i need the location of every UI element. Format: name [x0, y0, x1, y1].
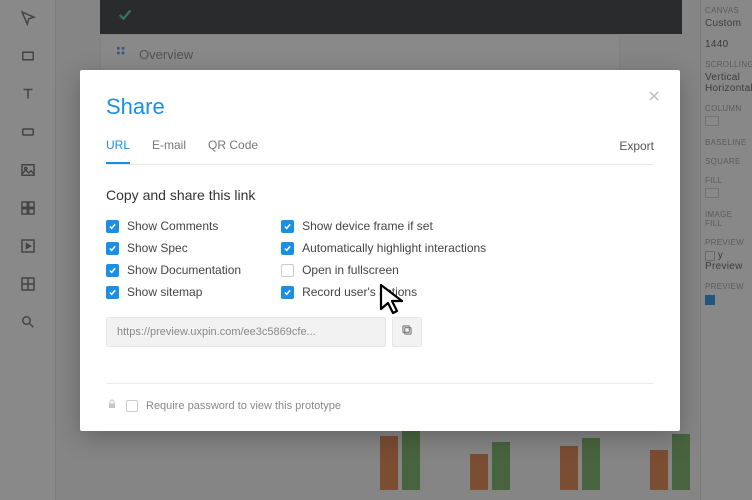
tab-url[interactable]: URL: [106, 138, 130, 164]
check-left-row[interactable]: Show Comments: [106, 219, 241, 233]
check-left-label: Show Documentation: [127, 263, 241, 277]
password-checkbox[interactable]: [126, 400, 138, 412]
check-left-label: Show sitemap: [127, 285, 202, 299]
check-left-row[interactable]: Show Spec: [106, 241, 241, 255]
check-left-row[interactable]: Show Documentation: [106, 263, 241, 277]
tab-email[interactable]: E-mail: [152, 138, 186, 164]
check-left-checkbox[interactable]: [106, 220, 119, 233]
check-left-row[interactable]: Show sitemap: [106, 285, 241, 299]
close-icon: [646, 91, 662, 108]
close-button[interactable]: [646, 88, 662, 109]
copy-icon: [400, 323, 414, 342]
check-left-checkbox[interactable]: [106, 286, 119, 299]
share-modal: Share URL E-mail QR Code Export Copy and…: [80, 70, 680, 431]
check-right-label: Open in fullscreen: [302, 263, 399, 277]
check-right-label: Automatically highlight interactions: [302, 241, 486, 255]
export-link[interactable]: Export: [619, 139, 654, 163]
share-tabs: URL E-mail QR Code: [106, 138, 619, 164]
check-right-checkbox[interactable]: [281, 286, 294, 299]
check-right-label: Show device frame if set: [302, 219, 433, 233]
check-right-checkbox[interactable]: [281, 242, 294, 255]
check-right-row[interactable]: Automatically highlight interactions: [281, 241, 486, 255]
modal-title: Share: [106, 94, 654, 120]
check-right-row[interactable]: Show device frame if set: [281, 219, 486, 233]
password-label: Require password to view this prototype: [146, 400, 341, 412]
check-left-checkbox[interactable]: [106, 264, 119, 277]
check-right-row[interactable]: Open in fullscreen: [281, 263, 486, 277]
check-left-label: Show Comments: [127, 219, 218, 233]
modal-subtitle: Copy and share this link: [106, 187, 654, 203]
cursor-icon: [378, 283, 408, 322]
check-left-label: Show Spec: [127, 241, 188, 255]
tab-qrcode[interactable]: QR Code: [208, 138, 258, 164]
lock-icon: [106, 398, 118, 413]
check-right-checkbox[interactable]: [281, 220, 294, 233]
check-left-checkbox[interactable]: [106, 242, 119, 255]
share-url-field[interactable]: https://preview.uxpin.com/ee3c5869cfe...: [106, 317, 386, 347]
check-right-checkbox[interactable]: [281, 264, 294, 277]
